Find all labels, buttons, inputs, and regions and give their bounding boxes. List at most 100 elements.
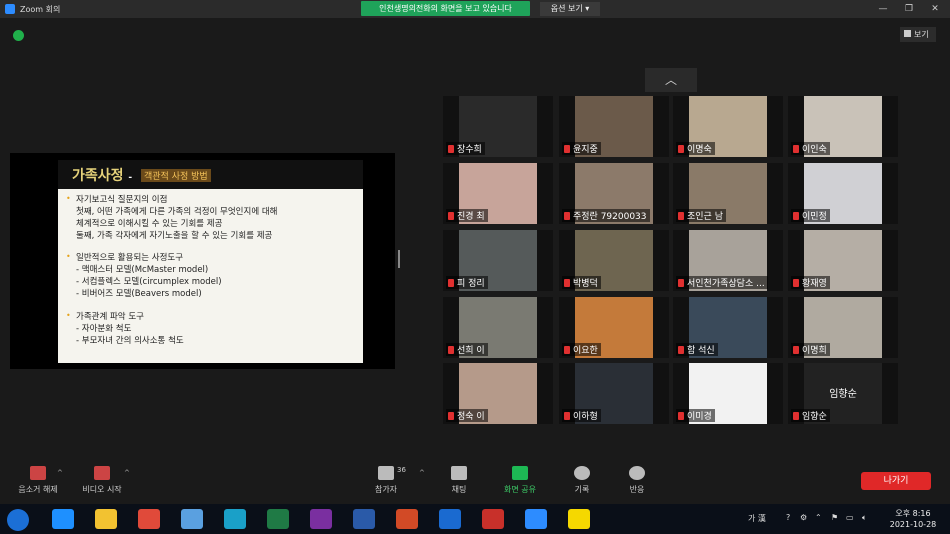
participant-tile[interactable]: 주정란 79200033 — [559, 163, 669, 224]
chrome-icon[interactable] — [138, 509, 160, 529]
view-options-label: 옵션 보기 — [550, 4, 583, 13]
minimize-button[interactable]: — — [870, 2, 896, 16]
taskbar-clock[interactable]: 오후 8:16 2021-10-28 — [882, 508, 944, 530]
people-app-icon[interactable] — [181, 509, 203, 529]
participant-tile[interactable]: 윤지중 — [559, 96, 669, 157]
muted-mic-icon — [564, 346, 570, 354]
chat-button[interactable]: 채팅 — [444, 466, 474, 495]
participant-name-tag: 정숙 이 — [446, 409, 488, 422]
kakaotalk-icon[interactable] — [568, 509, 590, 529]
file-explorer-icon[interactable] — [95, 509, 117, 529]
help-icon[interactable]: ? — [786, 513, 790, 522]
slide-line: - 서컴플렉스 모델(circumplex model) — [76, 277, 222, 287]
participant-name: 이인숙 — [802, 145, 827, 155]
close-button[interactable]: ✕ — [922, 2, 948, 16]
participant-name-tag: 이하형 — [562, 409, 601, 422]
leave-button[interactable]: 나가기 — [861, 472, 931, 490]
muted-mic-icon — [564, 212, 570, 220]
participant-tile[interactable]: 이인숙 — [788, 96, 898, 157]
zoom-icon[interactable] — [525, 509, 547, 529]
split-divider[interactable] — [398, 250, 400, 268]
outlook-icon[interactable] — [439, 509, 461, 529]
muted-mic-icon — [564, 279, 570, 287]
muted-mic-icon — [448, 212, 454, 220]
participants-options-caret[interactable]: ^ — [419, 469, 425, 477]
participant-name: 피 정리 — [457, 279, 485, 289]
start-video-button[interactable]: 비디오 시작 — [78, 466, 126, 495]
participant-tile[interactable]: 조인근 남 — [673, 163, 783, 224]
media-app-icon[interactable] — [52, 509, 74, 529]
muted-mic-icon — [564, 145, 570, 153]
view-options-button[interactable]: 옵션 보기 ▾ — [540, 2, 600, 16]
muted-mic-icon — [793, 412, 799, 420]
participant-tile[interactable]: 함 석신 — [673, 297, 783, 358]
ime-indicator[interactable]: 가 漢 — [748, 513, 766, 524]
tray-chevron-icon[interactable]: ⌃ — [815, 513, 822, 522]
edge-icon[interactable] — [224, 509, 246, 529]
participant-name-tag: 윤지중 — [562, 142, 601, 155]
share-screen-icon — [512, 466, 528, 480]
onenote-icon[interactable] — [310, 509, 332, 529]
participant-name-tag: 피 정리 — [446, 276, 488, 289]
word-icon[interactable] — [353, 509, 375, 529]
reactions-button[interactable]: 반응 — [622, 466, 652, 495]
participant-tile[interactable]: 장수희 — [443, 96, 553, 157]
participant-name-tag: 조인근 남 — [676, 209, 726, 222]
excel-icon[interactable] — [267, 509, 289, 529]
windows-taskbar: 가 漢 ? ⚙ ⌃ ⚑ ▭ 🔈︎ 오후 8:16 2021-10-28 — [0, 504, 950, 534]
participant-tile[interactable]: 피 정리 — [443, 230, 553, 291]
participant-name: 이명숙 — [687, 145, 712, 155]
network-icon[interactable]: ▭ — [846, 513, 854, 522]
record-icon — [574, 466, 590, 480]
shield-icon[interactable] — [13, 30, 24, 41]
participant-name: 선희 이 — [457, 346, 485, 356]
participant-name-tag: 이인숙 — [791, 142, 830, 155]
participant-tile[interactable]: 박병덕 — [559, 230, 669, 291]
snipping-tool-icon[interactable] — [482, 509, 504, 529]
record-button[interactable]: 기록 — [567, 466, 597, 495]
bullet-icon: • — [66, 194, 71, 203]
audio-options-caret[interactable]: ^ — [57, 469, 63, 477]
meeting-toolbar: 음소거 해제 ^ 비디오 시작 ^ 36 참가자 ^ 채팅 화면 공유 기록 반… — [0, 461, 950, 503]
participant-tile[interactable]: 이명희 — [788, 297, 898, 358]
slide-title-text: 가족사정 — [72, 168, 124, 184]
participant-tile[interactable]: 선희 이 — [443, 297, 553, 358]
participant-tile[interactable]: 이미경 — [673, 363, 783, 424]
bullet-icon: • — [66, 311, 71, 320]
participant-name: 이요한 — [573, 346, 598, 356]
share-screen-button[interactable]: 화면 공유 — [498, 466, 542, 495]
flag-icon[interactable]: ⚑ — [831, 513, 838, 522]
muted-mic-icon — [793, 279, 799, 287]
gallery-view-button[interactable]: 보기 — [900, 27, 936, 42]
participant-tile[interactable]: 이요한 — [559, 297, 669, 358]
settings-icon[interactable]: ⚙ — [800, 513, 807, 522]
participant-tile[interactable]: 서인천가족상담소 ... — [673, 230, 783, 291]
video-options-caret[interactable]: ^ — [124, 469, 130, 477]
participant-tile[interactable]: 진경 최 — [443, 163, 553, 224]
participant-name-tag: 이미경 — [676, 409, 715, 422]
unmute-button[interactable]: 음소거 해제 — [14, 466, 62, 495]
muted-mic-icon — [678, 412, 684, 420]
participant-tile[interactable]: 이하형 — [559, 363, 669, 424]
share-banner[interactable]: 인천생명의전화의 화면을 보고 있습니다 — [361, 1, 530, 16]
participant-name-tag: 서인천가족상담소 ... — [676, 276, 768, 289]
maximize-button[interactable]: ❐ — [896, 2, 922, 16]
participant-tile[interactable]: 정숙 이 — [443, 363, 553, 424]
windows-start-icon[interactable] — [7, 509, 29, 531]
chat-icon — [451, 466, 467, 480]
participants-button[interactable]: 36 참가자 — [369, 466, 406, 495]
scroll-up-button[interactable]: ︿ — [645, 68, 697, 92]
slide-line: 일반적으로 활용되는 사정도구 — [76, 253, 184, 263]
participant-name: 이명희 — [802, 346, 827, 356]
participant-name: 장수희 — [457, 145, 482, 155]
participant-tile[interactable]: 이민정 — [788, 163, 898, 224]
participant-tile[interactable]: 황재영 — [788, 230, 898, 291]
participant-name: 주정란 79200033 — [573, 212, 647, 222]
powerpoint-icon[interactable] — [396, 509, 418, 529]
participant-tile[interactable]: 임향순 임향순 — [788, 363, 898, 424]
volume-icon[interactable]: 🔈︎ — [862, 513, 867, 523]
slide-line: 둘째, 가족 각자에게 자기노출을 할 수 있는 기회를 제공 — [76, 231, 273, 241]
muted-mic-icon — [793, 346, 799, 354]
participant-tile[interactable]: 이명숙 — [673, 96, 783, 157]
slide-line: 체계적으로 이해시킬 수 있는 기회를 제공 — [76, 219, 223, 229]
